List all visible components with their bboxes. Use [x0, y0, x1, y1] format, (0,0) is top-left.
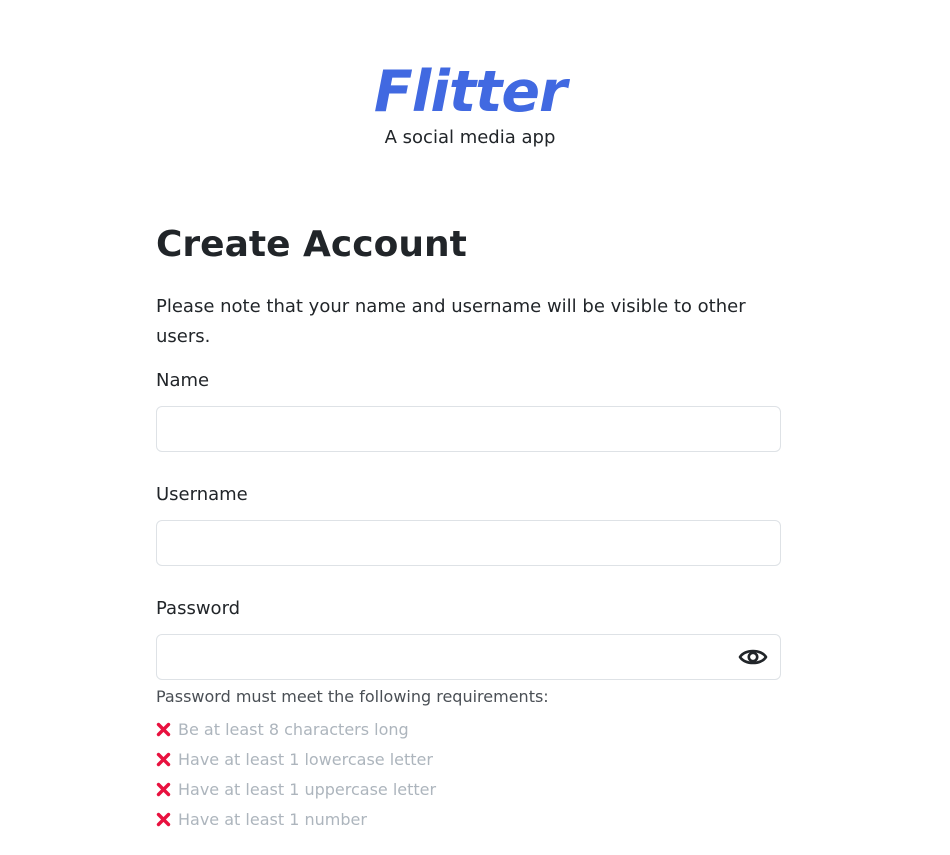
password-requirements-title: Password must meet the following require…	[156, 687, 549, 706]
requirement-item: Have at least 1 lowercase letter	[156, 744, 781, 774]
brand-header: Flitter A social media app	[0, 56, 940, 150]
requirement-item: Have at least 1 uppercase letter	[156, 774, 781, 804]
password-label: Password	[156, 598, 241, 619]
cross-icon	[156, 752, 178, 767]
page-title: Create Account	[156, 224, 467, 265]
cross-icon	[156, 782, 178, 797]
requirement-text: Have at least 1 number	[178, 809, 367, 829]
password-field-container	[156, 634, 781, 680]
cross-icon	[156, 812, 178, 827]
password-requirements-list: Be at least 8 characters long Have at le…	[156, 714, 781, 834]
app-subtitle: A social media app	[384, 127, 556, 148]
visibility-note: Please note that your name and username …	[156, 296, 746, 347]
requirement-item: Be at least 8 characters long	[156, 714, 781, 744]
eye-icon[interactable]	[738, 646, 768, 668]
requirement-item: Have at least 1 number	[156, 804, 781, 834]
requirement-text: Have at least 1 uppercase letter	[178, 779, 437, 799]
create-account-form: Create Account Please note that your nam…	[156, 222, 781, 834]
username-label: Username	[156, 484, 248, 505]
name-field-container	[156, 406, 781, 452]
username-input[interactable]	[157, 521, 780, 565]
requirement-text: Have at least 1 lowercase letter	[178, 749, 433, 769]
cross-icon	[156, 722, 178, 737]
name-label: Name	[156, 370, 210, 391]
name-input[interactable]	[157, 407, 780, 451]
app-logo-title: Flitter	[373, 59, 567, 125]
requirement-text: Be at least 8 characters long	[178, 719, 409, 739]
username-field-container	[156, 520, 781, 566]
password-input[interactable]	[157, 635, 780, 679]
